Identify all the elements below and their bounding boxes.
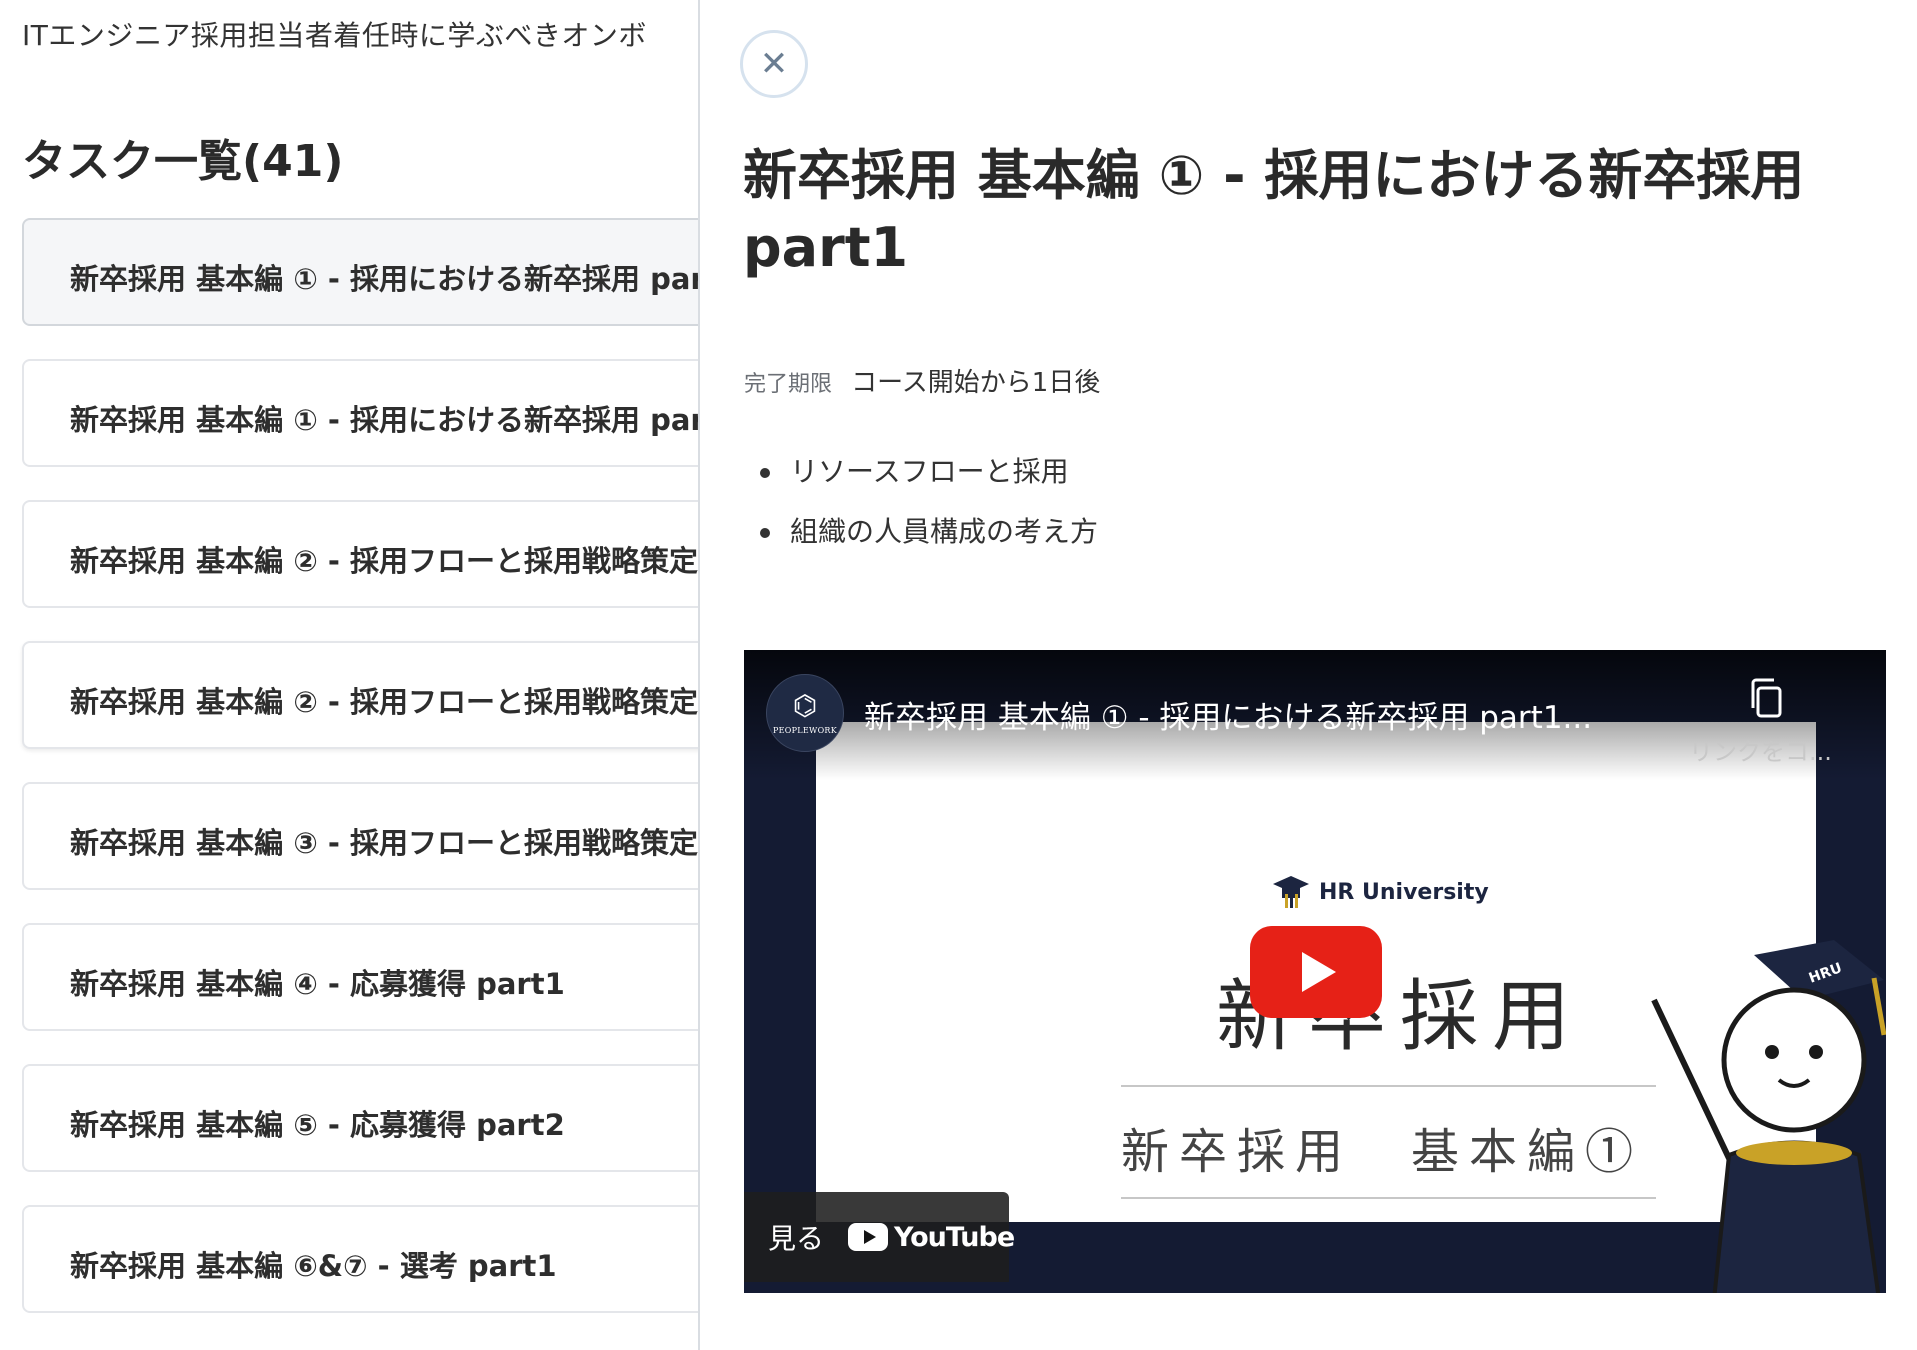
- play-button[interactable]: [1250, 926, 1382, 1018]
- topic-list: リソースフローと採用 組織の人員構成の考え方: [744, 452, 1098, 572]
- copy-link-icon[interactable]: [1744, 676, 1790, 722]
- watch-on-youtube-button[interactable]: 見る YouTube: [744, 1192, 1015, 1282]
- deadline-value: コース開始から1日後: [851, 368, 1101, 398]
- video-player[interactable]: HR University 新卒採用 新卒採用 基本編① HRU ⌬ PEOPL…: [744, 650, 1886, 1293]
- youtube-logo: YouTube: [848, 1221, 1015, 1253]
- task-item-label: 新卒採用 基本編 ② - 採用フローと採用戦略策定 part2: [70, 685, 700, 719]
- task-detail-title: 新卒採用 基本編 ① - 採用における新卒採用 part1: [743, 144, 1805, 279]
- channel-avatar[interactable]: ⌬ PEOPLEWORK: [766, 674, 844, 752]
- course-title: ITエンジニア採用担当者着任時に学ぶべきオンボ: [22, 19, 647, 52]
- task-item-label: 新卒採用 基本編 ① - 採用における新卒採用 part1: [70, 262, 700, 296]
- task-item[interactable]: 新卒採用 基本編 ⑤ - 応募獲得 part2: [22, 1064, 700, 1172]
- play-icon: [1302, 952, 1336, 992]
- task-item[interactable]: 新卒採用 基本編 ① - 採用における新卒採用 part2: [22, 359, 700, 467]
- close-button[interactable]: ✕: [740, 30, 808, 98]
- task-item[interactable]: 新卒採用 基本編 ② - 採用フローと採用戦略策定 part2: [22, 641, 700, 749]
- task-item[interactable]: 新卒採用 基本編 ③ - 採用フローと採用戦略策定 part3: [22, 782, 700, 890]
- deadline-row: 完了期限 コース開始から1日後: [744, 362, 1100, 399]
- youtube-icon: [848, 1223, 889, 1251]
- channel-logo-icon: ⌬: [792, 688, 818, 722]
- task-item[interactable]: 新卒採用 基本編 ⑥&⑦ - 選考 part1: [22, 1205, 700, 1313]
- task-detail-panel: ✕ 新卒採用 基本編 ① - 採用における新卒採用 part1 完了期限 コース…: [700, 0, 1917, 1350]
- task-item[interactable]: 新卒採用 基本編 ① - 採用における新卒採用 part1: [22, 218, 700, 326]
- video-title-link[interactable]: 新卒採用 基本編 ① - 採用における新卒採用 part1...: [864, 692, 1664, 737]
- task-item[interactable]: 新卒採用 基本編 ② - 採用フローと採用戦略策定 part1: [22, 500, 700, 608]
- task-item-label: 新卒採用 基本編 ③ - 採用フローと採用戦略策定 part3: [70, 826, 700, 860]
- graduation-cap-icon: [1273, 876, 1309, 908]
- task-item-label: 新卒採用 基本編 ⑥&⑦ - 選考 part1: [70, 1249, 557, 1283]
- copy-link-label[interactable]: リンクをコ...: [1689, 732, 1832, 767]
- mascot-illustration: HRU: [1651, 940, 1886, 1293]
- task-item-label: 新卒採用 基本編 ① - 採用における新卒採用 part2: [70, 403, 700, 437]
- task-item-label: 新卒採用 基本編 ④ - 応募獲得 part1: [70, 967, 565, 1001]
- close-icon: ✕: [759, 44, 789, 84]
- watch-label: 見る: [768, 1222, 825, 1255]
- topic-item: 組織の人員構成の考え方: [744, 512, 1098, 572]
- deadline-label: 完了期限: [744, 372, 833, 397]
- topic-item: リソースフローと採用: [744, 452, 1098, 512]
- task-sidebar: ITエンジニア採用担当者着任時に学ぶべきオンボ タスク一覧(41) 新卒採用 基…: [0, 0, 700, 1350]
- slide-subtitle: 新卒採用 基本編①: [1121, 1124, 1644, 1180]
- task-item[interactable]: 新卒採用 基本編 ④ - 応募獲得 part1: [22, 923, 700, 1031]
- slide-divider: [1121, 1085, 1656, 1087]
- slide-divider: [1121, 1197, 1656, 1199]
- task-list-heading: タスク一覧(41): [22, 136, 344, 187]
- task-item-label: 新卒採用 基本編 ② - 採用フローと採用戦略策定 part1: [70, 544, 700, 578]
- hr-university-label: HR University: [1319, 879, 1489, 905]
- hr-university-logo: HR University: [1271, 872, 1489, 912]
- channel-name: PEOPLEWORK: [772, 725, 838, 735]
- youtube-label: YouTube: [894, 1221, 1015, 1253]
- task-item-label: 新卒採用 基本編 ⑤ - 応募獲得 part2: [70, 1108, 565, 1142]
